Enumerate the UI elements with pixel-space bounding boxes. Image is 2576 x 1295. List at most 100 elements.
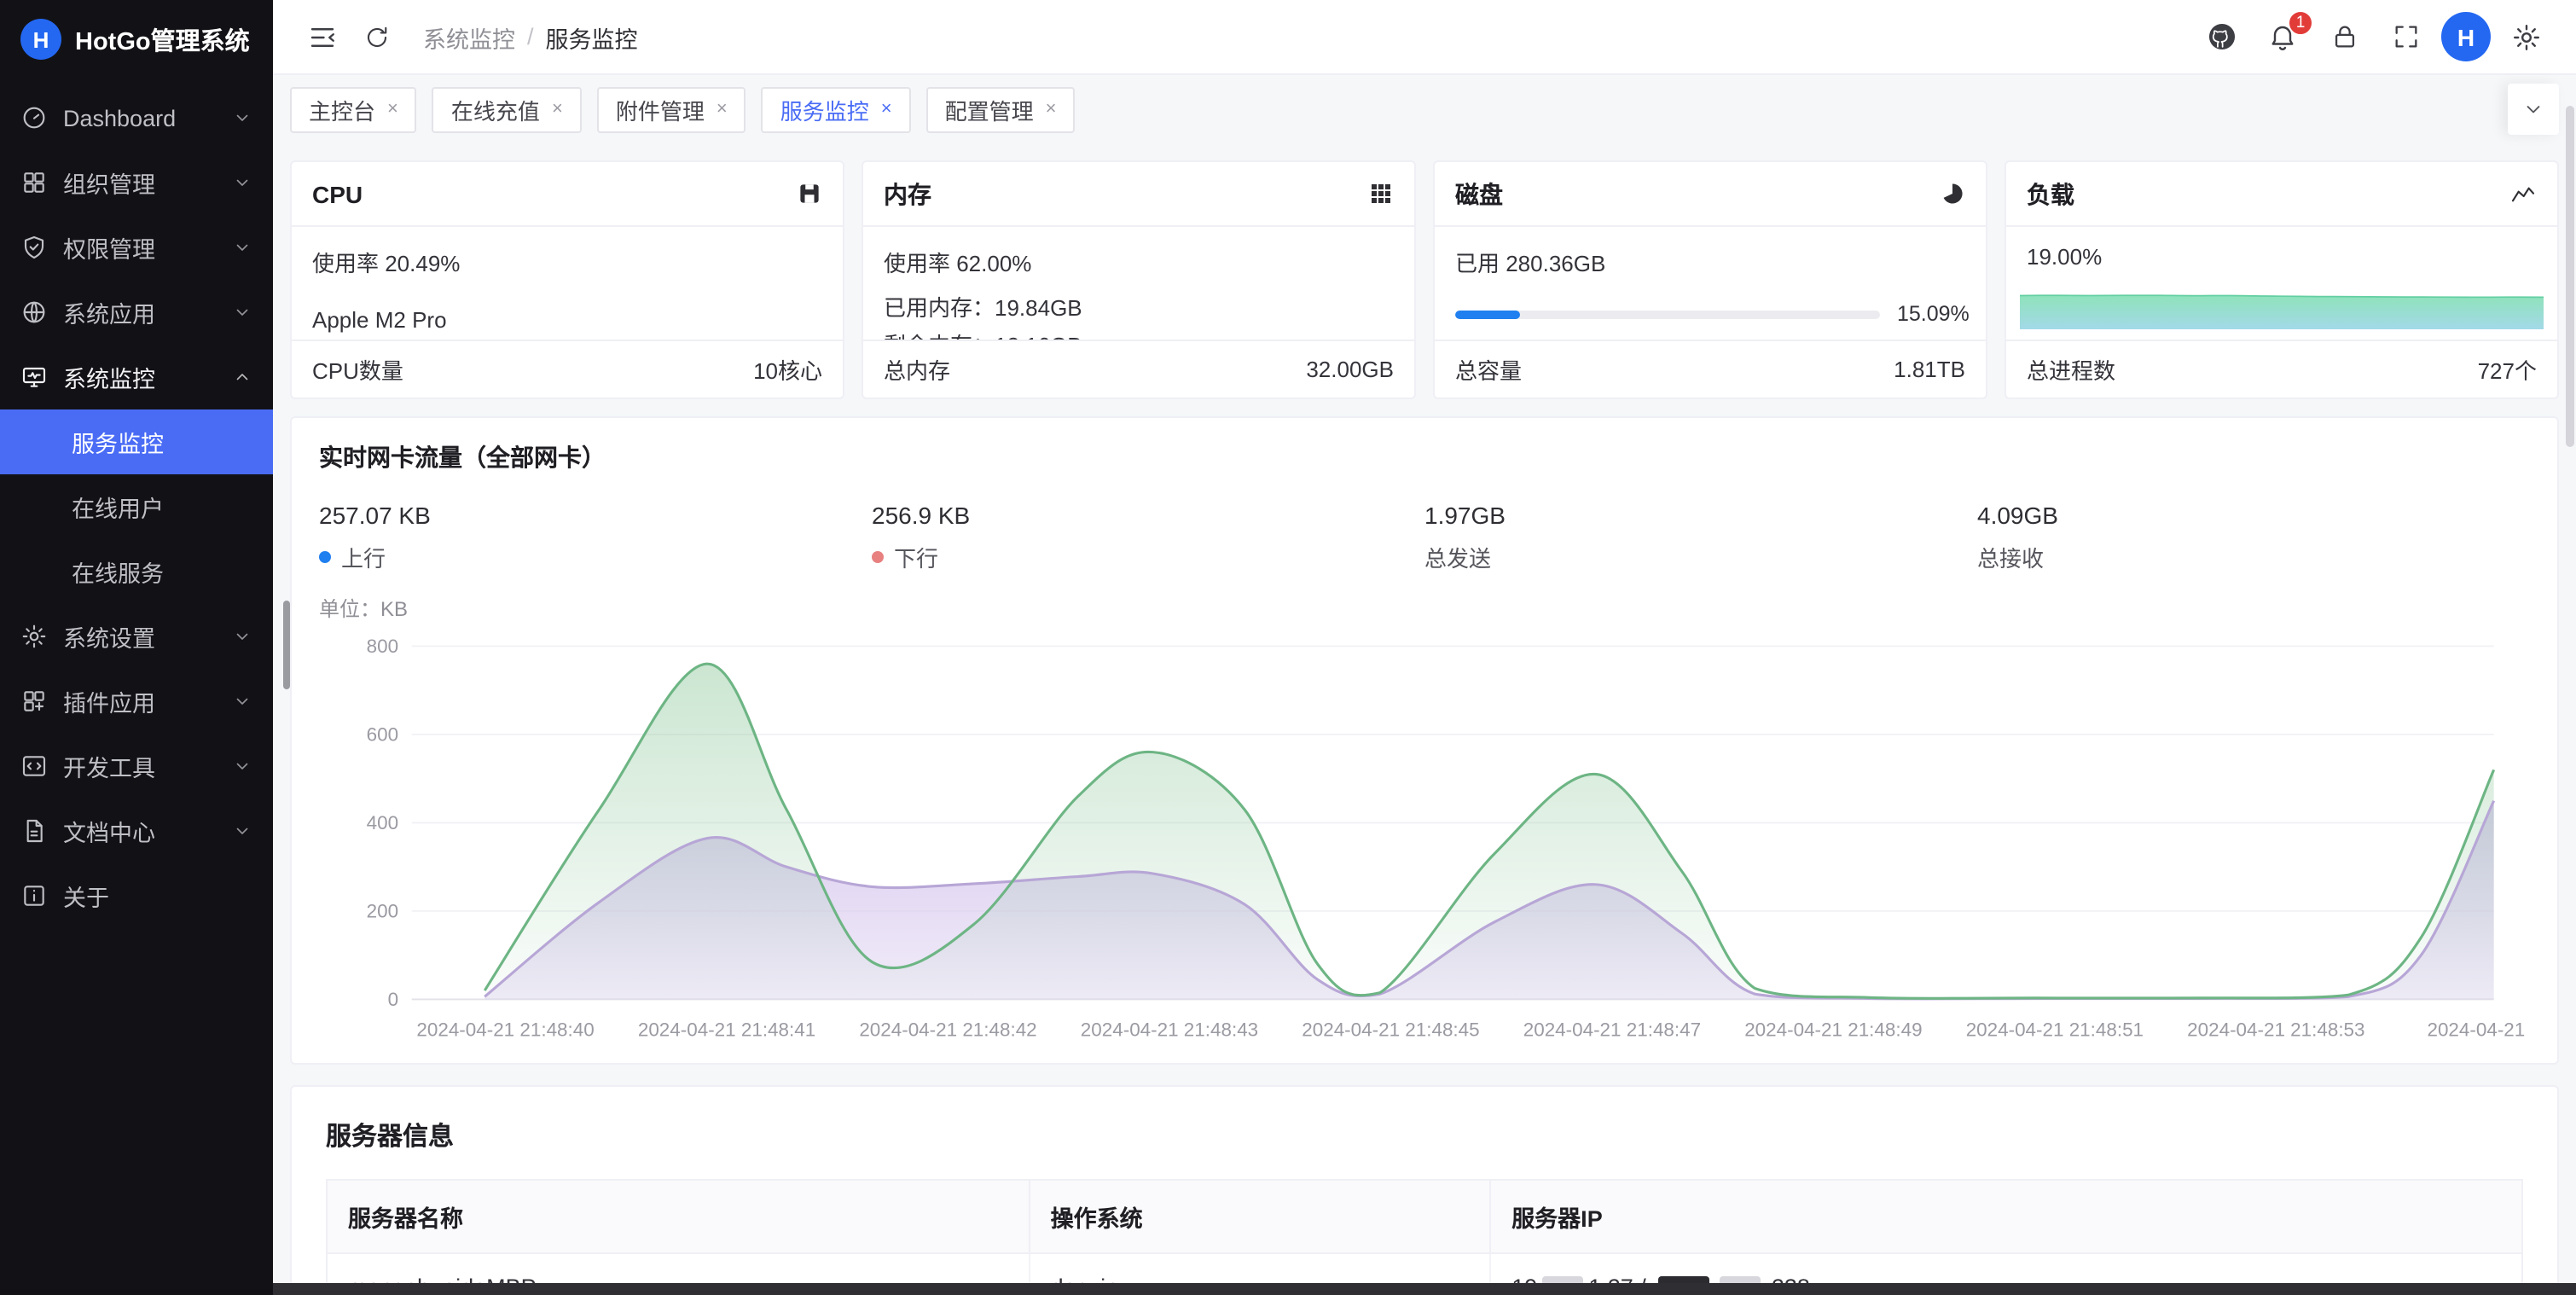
fullscreen-button[interactable] [2380, 11, 2431, 62]
column-header-服务器名称: 服务器名称 [327, 1180, 1030, 1253]
sidebar-subitem-在线用户[interactable]: 在线用户 [0, 474, 273, 539]
load-footer-value: 727个 [2478, 353, 2537, 386]
disk-footer-value: 1.81TB [1894, 357, 1965, 382]
disk-progress: 15.09% [1455, 302, 1965, 328]
sidebar-item-系统应用[interactable]: 系统应用 [0, 280, 273, 345]
sidebar-item-组织管理[interactable]: 组织管理 [0, 150, 273, 215]
table-header-row: 服务器名称操作系统服务器IP [327, 1180, 2522, 1253]
refresh-button[interactable] [351, 11, 403, 62]
tab-主控台[interactable]: 主控台× [290, 86, 417, 132]
chevron-down-icon [232, 237, 252, 258]
devtools-icon [20, 752, 48, 780]
svg-text:0: 0 [388, 989, 398, 1010]
window-bottom-edge [273, 1283, 2576, 1295]
tab-附件管理[interactable]: 附件管理× [597, 86, 746, 132]
app-title: HotGo管理系统 [75, 21, 250, 57]
sidebar-item-插件应用[interactable]: 插件应用 [0, 669, 273, 734]
load-sparkline-chart [2020, 280, 2544, 329]
topbar-actions: 1 H [2196, 11, 2552, 62]
svg-text:2024-04-21 21:48:41: 2024-04-21 21:48:41 [638, 1019, 815, 1040]
sidebar-item-Dashboard[interactable]: Dashboard [0, 85, 273, 150]
progress-track [1455, 311, 1880, 320]
app-logo[interactable]: H HotGo管理系统 [0, 0, 273, 78]
svg-text:2024-04-21 21:48:43: 2024-04-21 21:48:43 [1081, 1019, 1258, 1040]
chevron-down-icon [232, 821, 252, 841]
svg-text:2024-04-21 21:4: 2024-04-21 21:4 [2427, 1019, 2530, 1040]
memory-footer-value: 32.00GB [1306, 357, 1394, 382]
lock-screen-button[interactable] [2318, 11, 2370, 62]
grid-icon [1368, 181, 1394, 206]
notifications-button[interactable]: 1 [2257, 11, 2308, 62]
disk-used: 已用 280.36GB [1455, 246, 1965, 278]
close-icon[interactable]: × [881, 99, 892, 119]
svg-text:2024-04-21 21:48:45: 2024-04-21 21:48:45 [1302, 1019, 1479, 1040]
content-scrollbar-thumb[interactable] [283, 601, 290, 689]
server-info-title: 服务器信息 [326, 1118, 2523, 1153]
sidebar: H HotGo管理系统 Dashboard组织管理权限管理系统应用系统监控服务监… [0, 0, 273, 1295]
sidebar-item-系统设置[interactable]: 系统设置 [0, 604, 273, 669]
close-icon[interactable]: × [717, 99, 728, 119]
settings-button[interactable] [2501, 11, 2552, 62]
legend-dot-icon [319, 551, 331, 563]
chevron-down-icon [232, 107, 252, 128]
sidebar-collapse-button[interactable] [297, 11, 348, 62]
svg-text:2024-04-21 21:48:49: 2024-04-21 21:48:49 [1744, 1019, 1922, 1040]
close-icon[interactable]: × [1046, 99, 1057, 119]
topbar: 系统监控 / 服务监控 1 H [273, 0, 2576, 75]
cpu-model: Apple M2 Pro [312, 307, 822, 333]
progress-fill [1455, 311, 1519, 320]
tab-在线充值[interactable]: 在线充值× [432, 86, 582, 132]
traffic-stat-总发送: 1.97GB总发送 [1424, 502, 1977, 573]
memory-usage: 使用率 62.00% [884, 246, 1394, 278]
permission-icon [20, 234, 48, 261]
cpu-icon [797, 181, 822, 206]
cpu-footer-label: CPU数量 [312, 353, 403, 386]
github-icon[interactable] [2196, 11, 2247, 62]
memory-free: 剩余内存：12.16GB [884, 331, 1394, 340]
load-usage: 19.00% [2020, 244, 2544, 270]
sidebar-item-开发工具[interactable]: 开发工具 [0, 734, 273, 798]
traffic-stat-下行: 256.9 KB下行 [872, 502, 1424, 573]
tab-配置管理[interactable]: 配置管理× [926, 86, 1076, 132]
svg-text:2024-04-21 21:48:47: 2024-04-21 21:48:47 [1523, 1019, 1701, 1040]
sidebar-item-文档中心[interactable]: 文档中心 [0, 798, 273, 863]
load-card: 负载 19.00% 总进程数 727个 [2005, 160, 2559, 399]
disk-percent: 15.09% [1897, 302, 1965, 328]
chevron-down-icon [232, 756, 252, 776]
breadcrumb: 系统监控 / 服务监控 [423, 20, 638, 54]
close-icon[interactable]: × [387, 99, 398, 119]
tabs-dropdown-button[interactable] [2508, 84, 2559, 135]
server-info-table: 服务器名称操作系统服务器IP mengshuaideMBPdarwin191.2… [326, 1179, 2523, 1295]
sidebar-item-关于[interactable]: 关于 [0, 863, 273, 928]
chevron-down-icon [232, 626, 252, 647]
svg-text:2024-04-21 21:48:40: 2024-04-21 21:48:40 [416, 1019, 594, 1040]
svg-text:600: 600 [367, 724, 398, 746]
server-info-card: 服务器信息 服务器名称操作系统服务器IP mengshuaideMBPdarwi… [290, 1085, 2559, 1295]
sidebar-subitem-服务监控[interactable]: 服务监控 [0, 409, 273, 474]
logo-icon: H [20, 19, 61, 60]
column-header-操作系统: 操作系统 [1030, 1180, 1491, 1253]
user-avatar[interactable]: H [2441, 12, 2491, 61]
traffic-stat-上行: 257.07 KB上行 [319, 502, 872, 573]
memory-card-title: 内存 [884, 177, 931, 211]
sidebar-item-权限管理[interactable]: 权限管理 [0, 215, 273, 280]
app-icon [20, 299, 48, 326]
plugin-icon [20, 688, 48, 715]
main-area: 系统监控 / 服务监控 1 H 主控台× 在线充值× 附件管理× 服务监控× 配置管理× [273, 0, 2576, 1295]
chevron-up-icon [232, 367, 252, 387]
close-icon[interactable]: × [552, 99, 563, 119]
svg-text:400: 400 [367, 812, 398, 833]
sidebar-item-系统监控[interactable]: 系统监控 [0, 345, 273, 409]
settings-icon [20, 623, 48, 650]
docs-icon [20, 817, 48, 845]
monitor-icon [20, 363, 48, 391]
sidebar-subitem-在线服务[interactable]: 在线服务 [0, 539, 273, 604]
chevron-down-icon [232, 691, 252, 711]
tab-服务监控[interactable]: 服务监控× [762, 86, 911, 132]
chevron-down-icon [232, 302, 252, 322]
network-stats-row: 257.07 KB上行256.9 KB下行1.97GB总发送4.09GB总接收 [319, 502, 2530, 573]
breadcrumb-parent[interactable]: 系统监控 [423, 20, 515, 54]
page-scrollbar-thumb[interactable] [2566, 106, 2574, 447]
column-header-服务器IP: 服务器IP [1490, 1180, 2522, 1253]
svg-text:200: 200 [367, 901, 398, 922]
